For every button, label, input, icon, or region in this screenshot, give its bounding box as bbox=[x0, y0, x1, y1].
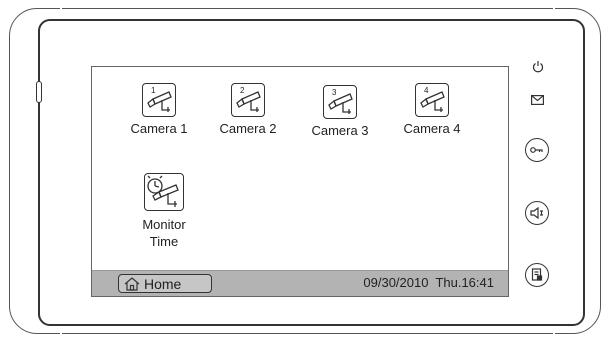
camera-icon: 1 bbox=[142, 83, 176, 117]
svg-text:3: 3 bbox=[332, 88, 337, 97]
key-icon bbox=[530, 147, 543, 153]
svg-text:1: 1 bbox=[151, 86, 156, 95]
camera-icon: 3 bbox=[323, 85, 357, 119]
camera-label: Camera 2 bbox=[219, 121, 277, 136]
clock-camera-icon bbox=[144, 173, 184, 211]
camera-label: Camera 3 bbox=[311, 123, 369, 138]
svg-text:2: 2 bbox=[240, 86, 245, 95]
home-icon bbox=[124, 277, 140, 291]
camera-1-tile[interactable]: 1 Camera 1 bbox=[119, 83, 199, 137]
camera-4-tile[interactable]: 4 Camera 4 bbox=[392, 83, 472, 137]
camera-icon: 2 bbox=[231, 83, 265, 117]
monitor-time-line1: Monitor bbox=[142, 217, 186, 232]
home-button[interactable]: Home bbox=[118, 274, 212, 293]
side-indicator bbox=[36, 81, 42, 103]
mail-icon bbox=[531, 92, 545, 110]
home-label: Home bbox=[144, 276, 182, 292]
date-time-display: 09/30/2010 Thu.16:41 bbox=[363, 275, 494, 290]
memo-button[interactable] bbox=[525, 263, 549, 287]
status-bar: Home 09/30/2010 Thu.16:41 bbox=[92, 270, 508, 296]
monitor-time-tile[interactable]: Monitor Time bbox=[124, 173, 204, 250]
speaker-icon bbox=[530, 206, 543, 220]
camera-label: Camera 1 bbox=[130, 121, 188, 136]
camera-icon: 4 bbox=[415, 83, 449, 117]
camera-3-tile[interactable]: 3 Camera 3 bbox=[300, 85, 380, 139]
svg-text:4: 4 bbox=[424, 86, 429, 95]
talk-button[interactable] bbox=[525, 201, 549, 225]
memo-icon bbox=[531, 268, 543, 281]
unlock-button[interactable] bbox=[525, 138, 549, 162]
camera-2-tile[interactable]: 2 Camera 2 bbox=[208, 83, 288, 137]
monitor-time-line2: Time bbox=[149, 234, 179, 249]
power-icon[interactable] bbox=[532, 60, 544, 78]
camera-label: Camera 4 bbox=[403, 121, 461, 136]
monitor-time-label: Monitor Time bbox=[124, 216, 204, 250]
monitor-screen: 1 Camera 1 2 Camera 2 3 Camera 3 4 Camer… bbox=[91, 66, 509, 297]
